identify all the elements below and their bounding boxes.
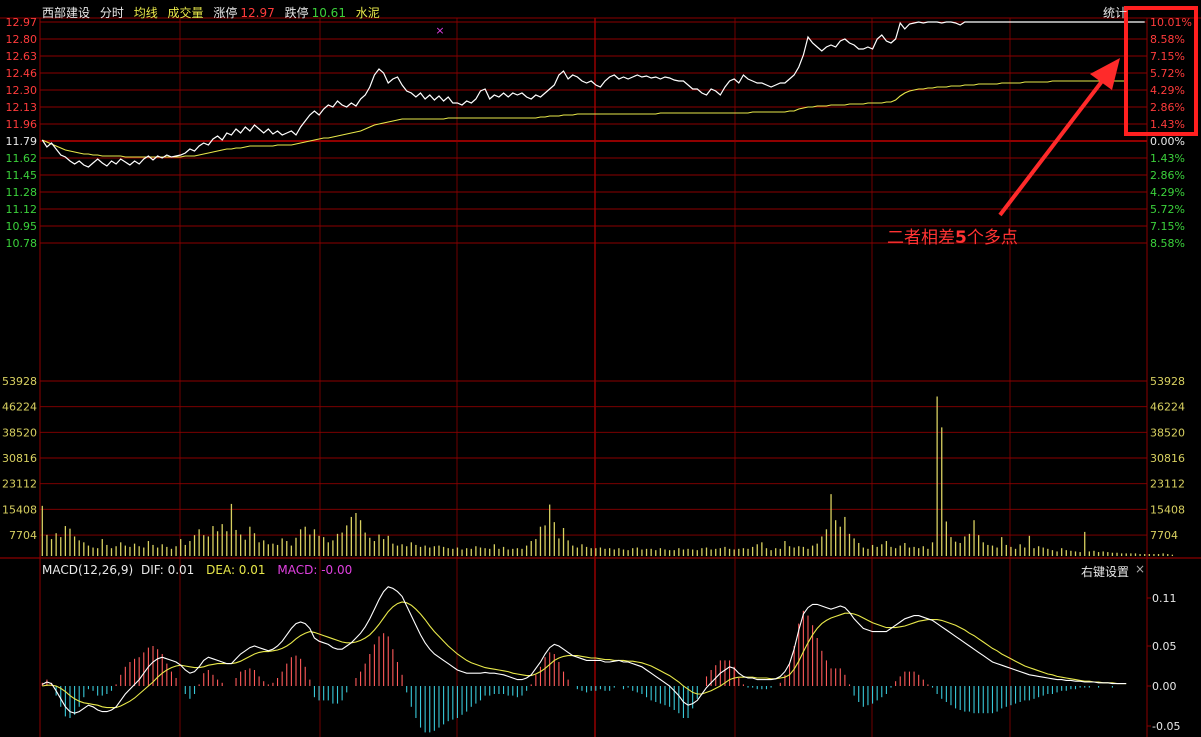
limit-up-label: 涨停 <box>213 6 238 20</box>
volume-tick-label-right: 46224 <box>1150 401 1185 414</box>
pct-tick-label: 0.00% <box>1150 135 1185 148</box>
price-line <box>41 21 1145 168</box>
price-tick-label: 12.63 <box>6 50 38 63</box>
cross-marker: × <box>435 24 444 37</box>
price-tick-label: 11.96 <box>6 118 38 131</box>
limit-down-label: 跌停 <box>284 6 309 20</box>
price-tick-label: 10.95 <box>6 220 38 233</box>
pct-tick-label: 1.43% <box>1150 152 1185 165</box>
volume-tick-label: 46224 <box>2 401 37 414</box>
price-tick-label: 12.97 <box>6 16 38 29</box>
price-tick-label: 12.80 <box>6 33 38 46</box>
arrow-shaft <box>998 74 1108 217</box>
sector-name[interactable]: 水泥 <box>356 6 380 20</box>
pct-tick-label: 2.86% <box>1150 169 1185 182</box>
chart-header: 西部建设 分时 均线 成交量 涨停 12.97 跌停 10.61 水泥 <box>42 4 386 21</box>
annotation-number: 5 <box>955 228 967 248</box>
macd-tick-label: 0.00 <box>1152 680 1177 693</box>
volume-tick-label-right: 7704 <box>1150 529 1178 542</box>
stats-button[interactable]: 统计 <box>1103 4 1127 21</box>
price-tick-label: 11.79 <box>6 135 38 148</box>
price-tick-label: 11.28 <box>6 186 38 199</box>
dif-line <box>42 586 1127 714</box>
pct-tick-label: 5.72% <box>1150 203 1185 216</box>
volume-tick-label: 38520 <box>2 426 37 439</box>
macd-value: MACD: -0.00 <box>277 563 353 577</box>
macd-tick-label: 0.05 <box>1152 640 1177 653</box>
macd-title: MACD(12,26,9) <box>42 563 134 577</box>
right-click-settings[interactable]: 右键设置 <box>1081 563 1129 580</box>
annotation-text: 二者相差5个多点 <box>887 223 1018 248</box>
chart-mode[interactable]: 分时 <box>100 6 124 20</box>
volume-tick-label-right: 30816 <box>1150 452 1185 465</box>
annotation-text-a: 二者相差 <box>887 228 955 248</box>
volume-tick-label: 30816 <box>2 452 37 465</box>
price-tick-label: 11.45 <box>6 169 38 182</box>
price-tick-label: 11.12 <box>6 203 38 216</box>
pct-tick-label: 5.72% <box>1150 67 1185 80</box>
volume-tick-label-right: 53928 <box>1150 375 1185 388</box>
price-tick-label: 12.13 <box>6 101 38 114</box>
pct-tick-label: 7.15% <box>1150 50 1185 63</box>
close-icon[interactable]: × <box>1135 562 1145 576</box>
price-tick-label: 11.62 <box>6 152 38 165</box>
pct-tick-label: 7.15% <box>1150 220 1185 233</box>
pct-tick-label: 8.58% <box>1150 237 1185 250</box>
arrow-head <box>1090 58 1120 90</box>
price-tick-label: 10.78 <box>6 237 38 250</box>
limit-up-value: 12.97 <box>240 6 275 20</box>
annotation-text-c: 个多点 <box>966 228 1018 248</box>
time-sharing-chart[interactable]: 12.97 10.01% 12.80 8.58% 12.63 7.15% 12.46 5.72… <box>0 0 1201 737</box>
macd-dea: DEA: 0.01 <box>206 563 266 577</box>
pct-tick-label: 1.43% <box>1150 118 1185 131</box>
stock-name[interactable]: 西部建设 <box>42 6 90 20</box>
avg-line-label: 均线 <box>133 6 158 20</box>
volume-tick-label: 7704 <box>9 529 37 542</box>
volume-tick-label-right: 38520 <box>1150 426 1185 439</box>
pct-tick-label: 8.58% <box>1150 33 1185 46</box>
price-tick-label: 12.30 <box>6 84 38 97</box>
price-tick-label: 12.46 <box>6 67 38 80</box>
volume-tick-label: 15408 <box>2 503 37 516</box>
macd-dif: DIF: 0.01 <box>140 563 195 577</box>
avg-price-line <box>42 80 1127 158</box>
volume-tick-label-right: 23112 <box>1150 478 1185 491</box>
macd-header: MACD(12,26,9) DIF: 0.01 DEA: 0.01 MACD: … <box>42 563 358 577</box>
macd-tick-label: 0.11 <box>1152 592 1177 605</box>
volume-label: 成交量 <box>167 6 204 20</box>
macd-tick-label: -0.05 <box>1152 720 1180 733</box>
pct-tick-label: 2.86% <box>1150 101 1185 114</box>
volume-tick-label: 23112 <box>2 478 37 491</box>
pct-tick-label: 10.01% <box>1150 16 1192 29</box>
limit-down-value: 10.61 <box>311 6 346 20</box>
volume-tick-label: 53928 <box>2 375 37 388</box>
pct-tick-label: 4.29% <box>1150 186 1185 199</box>
dea-line <box>42 601 1127 709</box>
pct-tick-label: 4.29% <box>1150 84 1185 97</box>
volume-tick-label-right: 15408 <box>1150 503 1185 516</box>
